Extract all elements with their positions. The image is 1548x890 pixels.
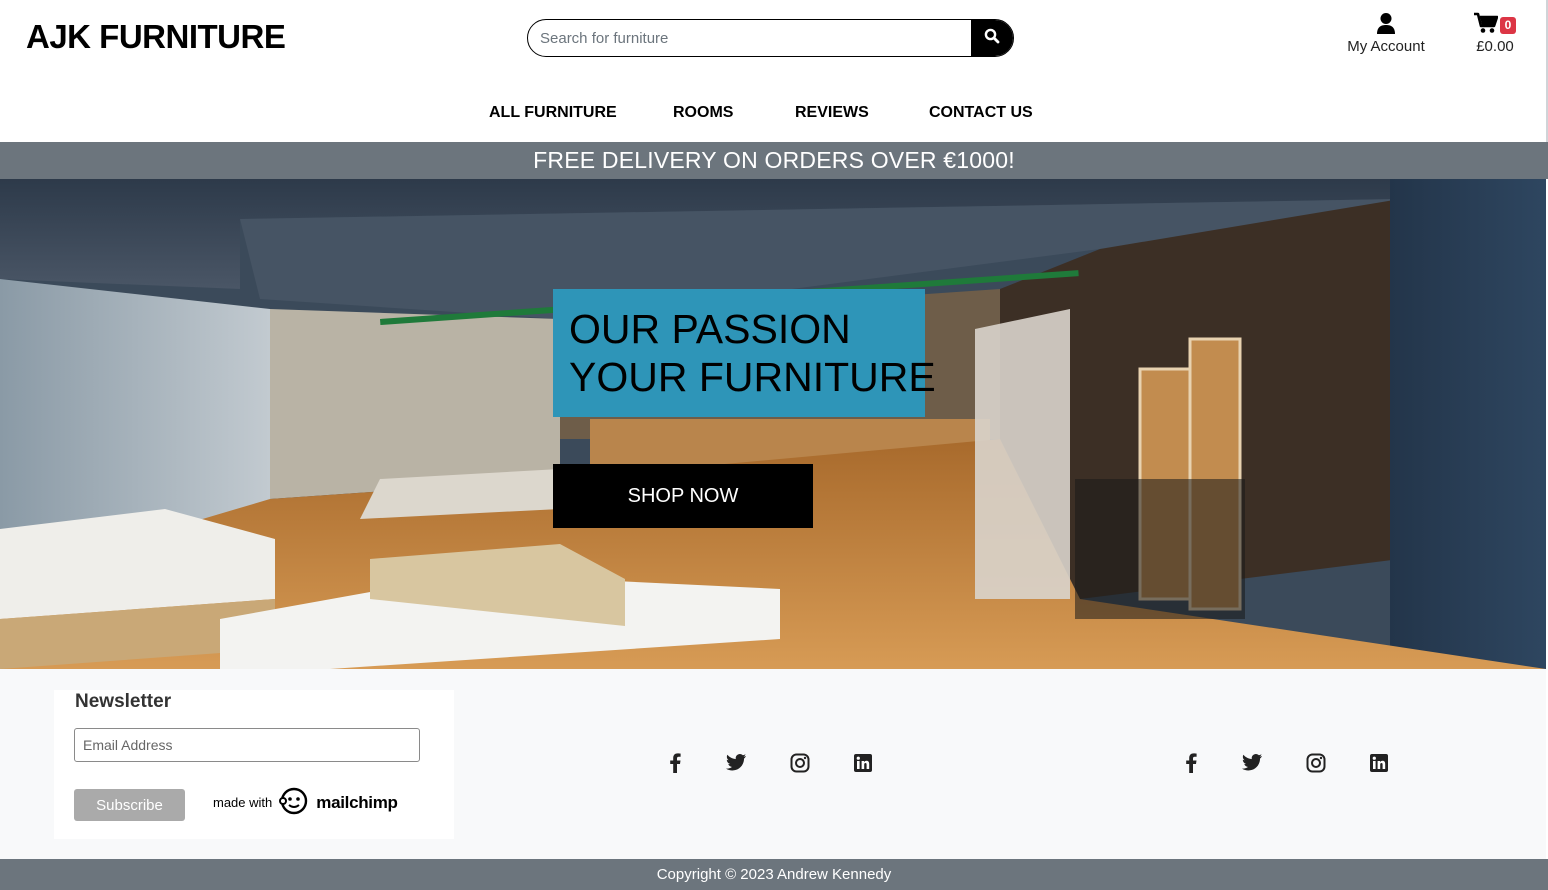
my-account-label: My Account [1347,38,1425,55]
facebook-icon [669,752,681,778]
user-icon [1340,12,1432,38]
shop-now-button[interactable]: SHOP NOW [553,464,813,528]
cart-total: £0.00 [1476,38,1514,55]
main-nav: ALL FURNITURE ROOMS REVIEWS CONTACT US [0,100,1548,130]
shopping-cart-icon [1473,12,1498,38]
instagram-link[interactable] [1304,753,1328,777]
mailchimp-wordmark: mailchimp [316,792,398,812]
cart-link[interactable]: 0 £0.00 [1466,12,1524,55]
search-form [527,19,1014,57]
hero-background-image [0,179,1546,669]
search-input[interactable] [528,20,971,56]
mailchimp-logo-icon [279,786,309,819]
made-with-label: made with [213,795,273,810]
instagram-icon [1306,753,1326,778]
twitter-link[interactable] [1240,753,1264,777]
newsletter-title: Newsletter [75,691,172,712]
newsletter-form: Newsletter Subscribe made with mailchimp [54,690,454,839]
hero-title-line-1: OUR PASSION [569,306,851,352]
facebook-link[interactable] [1179,752,1203,778]
subscribe-button[interactable]: Subscribe [74,789,185,821]
cart-count-badge: 0 [1499,16,1517,34]
linkedin-icon [854,753,872,777]
site-header: AJK FURNITURE My Account 0 £0.00 ALL FUR… [0,0,1548,142]
instagram-link[interactable] [788,753,812,777]
site-footer: Newsletter Subscribe made with mailchimp [0,669,1546,859]
instagram-icon [790,753,810,778]
linkedin-link[interactable] [1367,753,1391,777]
site-logo[interactable]: AJK FURNITURE [26,18,286,56]
nav-item-rooms[interactable]: ROOMS [673,104,733,122]
facebook-link[interactable] [663,752,687,778]
search-button[interactable] [971,20,1013,56]
facebook-icon [1185,752,1197,778]
copyright-text: Copyright © 2023 Andrew Kennedy [656,866,892,883]
linkedin-icon [1370,753,1388,777]
hero-title-box: OUR PASSION YOUR FURNITURE [553,289,936,417]
my-account-link[interactable]: My Account [1340,12,1432,55]
linkedin-link[interactable] [851,753,875,777]
email-field[interactable] [74,728,420,762]
delivery-banner-text: FREE DELIVERY ON ORDERS OVER €1000! [533,147,1015,173]
hero-title-line-2: YOUR FURNITURE [569,354,936,400]
search-icon [984,28,1000,49]
delivery-banner: FREE DELIVERY ON ORDERS OVER €1000! [0,142,1548,179]
twitter-icon [1242,754,1262,776]
twitter-link[interactable] [724,753,748,777]
copyright-bar: Copyright © 2023 Andrew Kennedy [0,859,1548,890]
nav-item-all-furniture[interactable]: ALL FURNITURE [489,104,617,122]
twitter-icon [726,754,746,776]
mailchimp-badge[interactable]: made with mailchimp [213,786,398,819]
hero-section: OUR PASSION YOUR FURNITURE SHOP NOW [0,179,1546,669]
nav-item-reviews[interactable]: REVIEWS [795,104,869,122]
nav-item-contact-us[interactable]: CONTACT US [929,104,1033,122]
